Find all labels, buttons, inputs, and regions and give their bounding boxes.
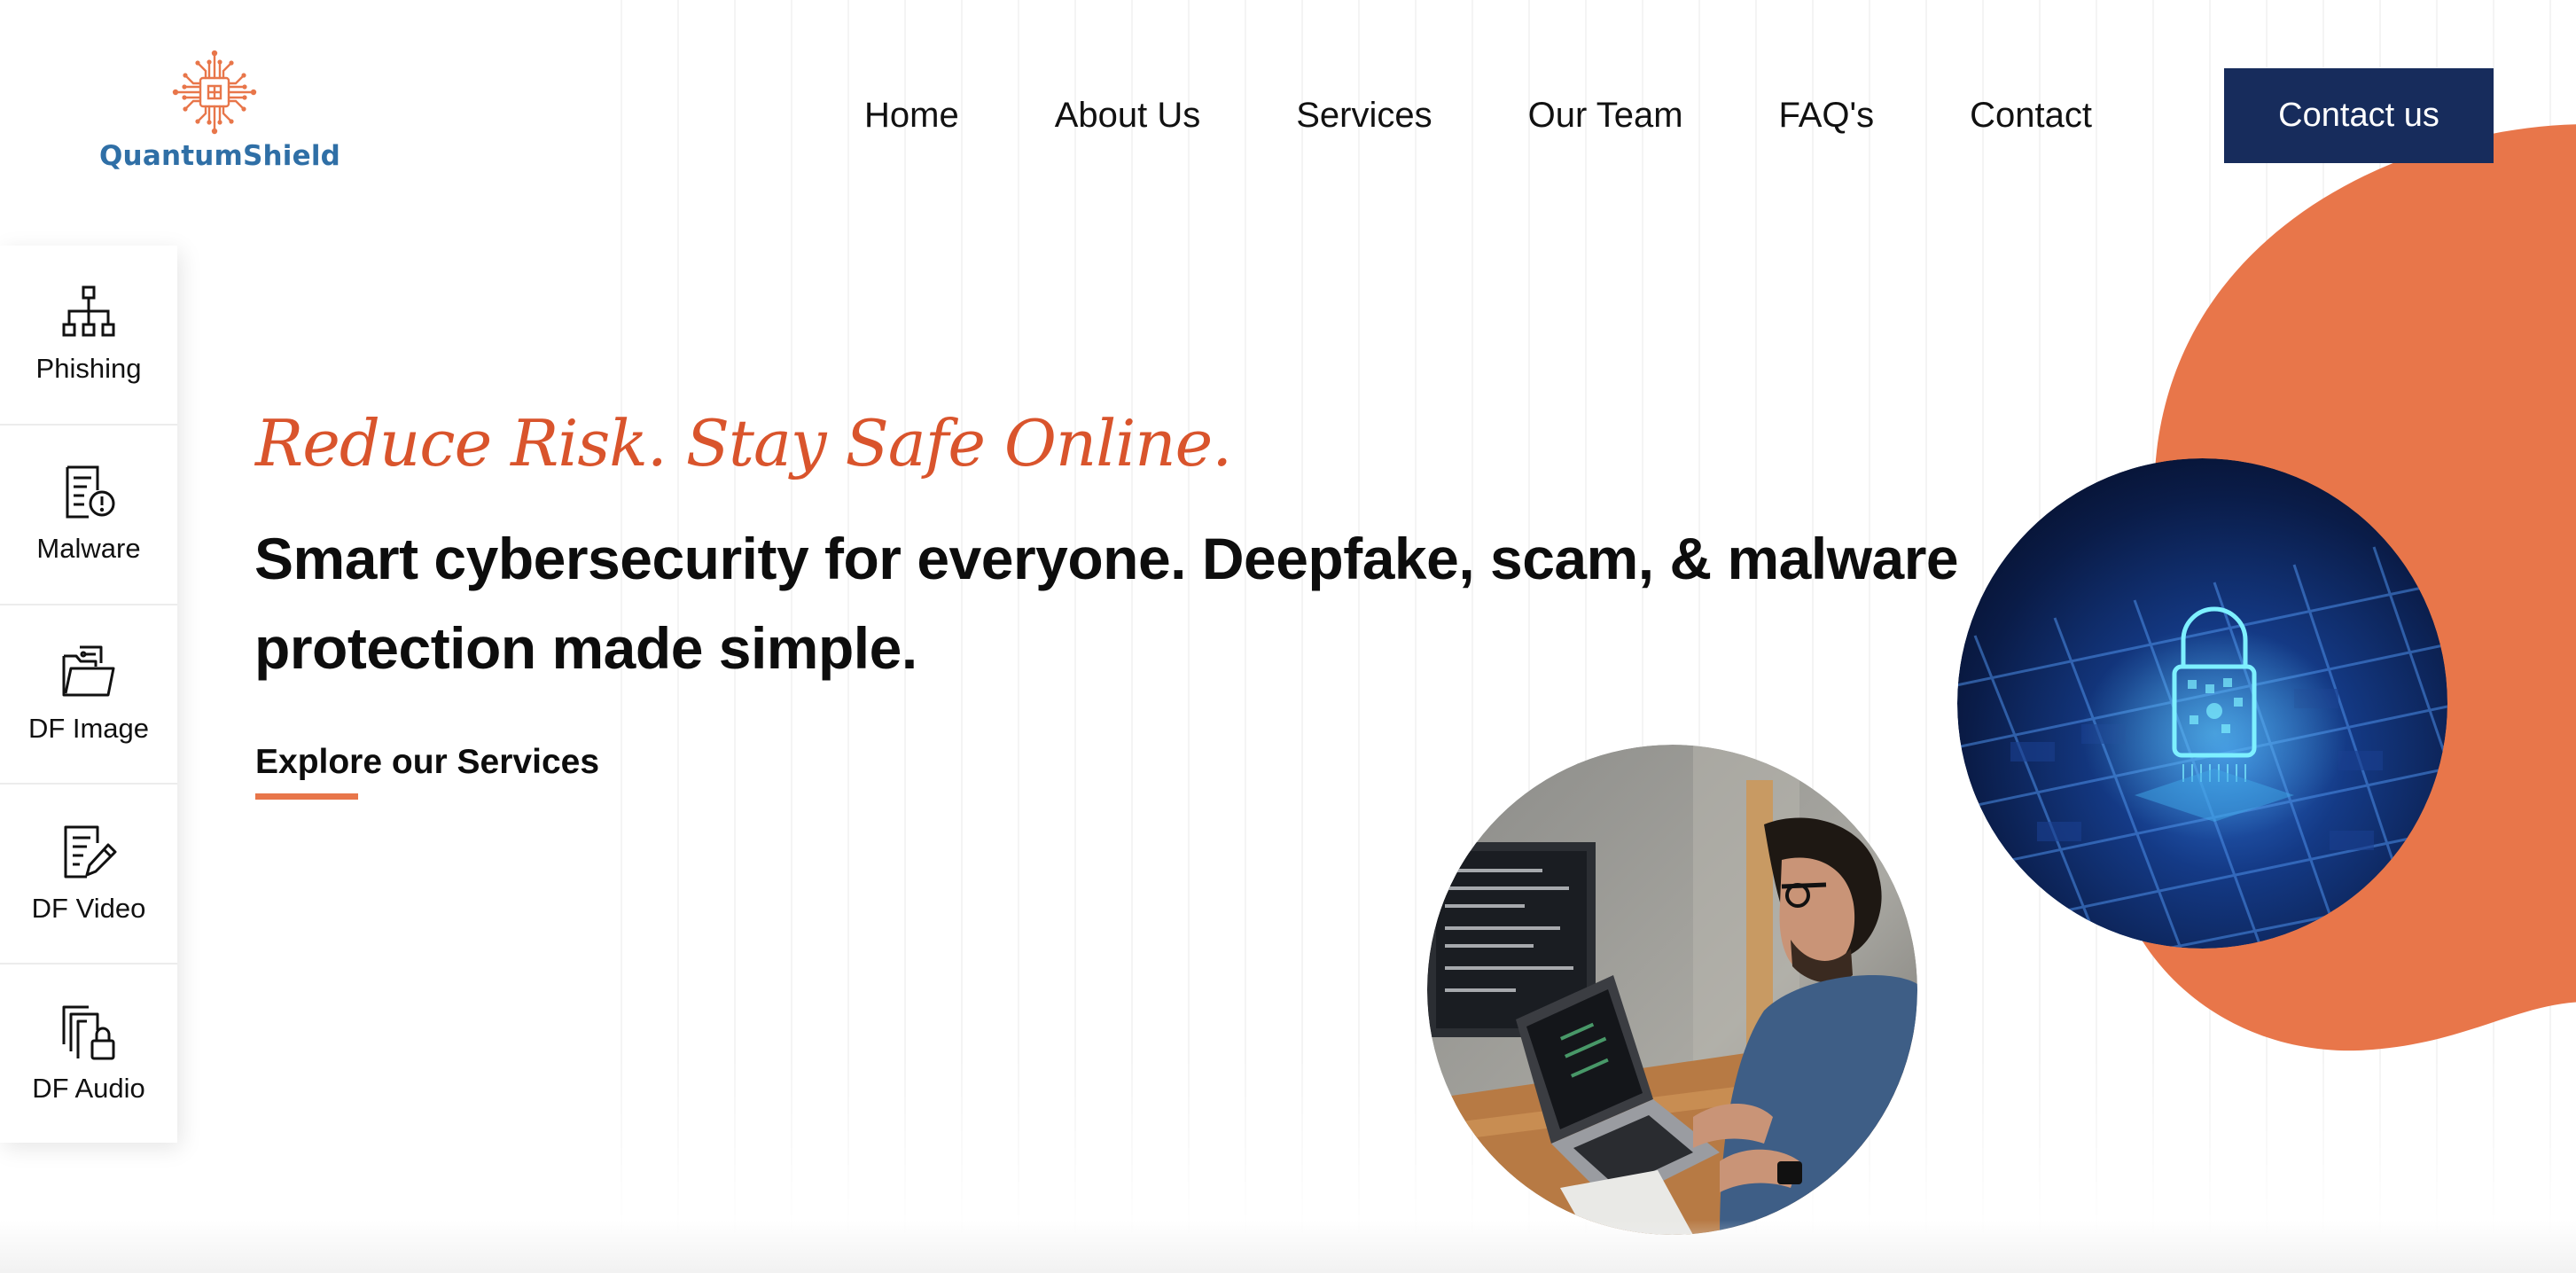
sidebar-item-df-image[interactable]: DF Image	[0, 605, 177, 785]
main-nav: Home About Us Services Our Team FAQ's Co…	[864, 89, 2092, 142]
document-alert-icon	[66, 465, 115, 519]
brand-logo[interactable]: QuantumShield	[99, 46, 340, 179]
sidebar-label-malware: Malware	[36, 533, 141, 565]
hero-tagline: Reduce Risk. Stay Safe Online.	[255, 406, 1232, 480]
image-folder-icon	[62, 645, 115, 697]
contact-us-button[interactable]: Contact us	[2224, 68, 2494, 163]
nav-faqs[interactable]: FAQ's	[1779, 96, 1875, 136]
sidebar-label-phishing: Phishing	[35, 353, 142, 385]
circuit-chip-icon	[172, 50, 257, 135]
digital-padlock-circuit-image	[1957, 458, 2447, 949]
files-lock-icon	[62, 1005, 115, 1060]
sidebar-item-df-video[interactable]: DF Video	[0, 785, 177, 965]
explore-services-link[interactable]: Explore our Services	[255, 743, 599, 782]
landing-page: QuantumShield Home About Us Services Our…	[0, 0, 2576, 1273]
explore-underline-accent	[255, 793, 358, 800]
nav-about-us[interactable]: About Us	[1055, 96, 1201, 136]
service-sidebar: Phishing Malware DF Image DF Video DF Au…	[0, 246, 177, 1143]
brand-name: QuantumShield	[99, 140, 341, 172]
document-edit-icon	[64, 825, 117, 879]
nav-home[interactable]: Home	[864, 96, 959, 136]
sitemap-icon	[62, 285, 115, 337]
sidebar-item-malware[interactable]: Malware	[0, 426, 177, 605]
sidebar-label-df-audio: DF Audio	[32, 1072, 145, 1104]
man-coding-on-laptop-image	[1427, 745, 1917, 1235]
sidebar-label-df-video: DF Video	[31, 892, 146, 924]
sidebar-item-phishing[interactable]: Phishing	[0, 246, 177, 426]
sidebar-label-df-image: DF Image	[27, 712, 150, 744]
sidebar-item-df-audio[interactable]: DF Audio	[0, 965, 177, 1143]
hero-headline: Smart cybersecurity for everyone. Deepfa…	[254, 526, 1959, 681]
nav-services[interactable]: Services	[1296, 96, 1432, 136]
nav-contact[interactable]: Contact	[1970, 96, 2092, 136]
bottom-fade	[0, 1220, 2576, 1273]
nav-our-team[interactable]: Our Team	[1528, 96, 1683, 136]
